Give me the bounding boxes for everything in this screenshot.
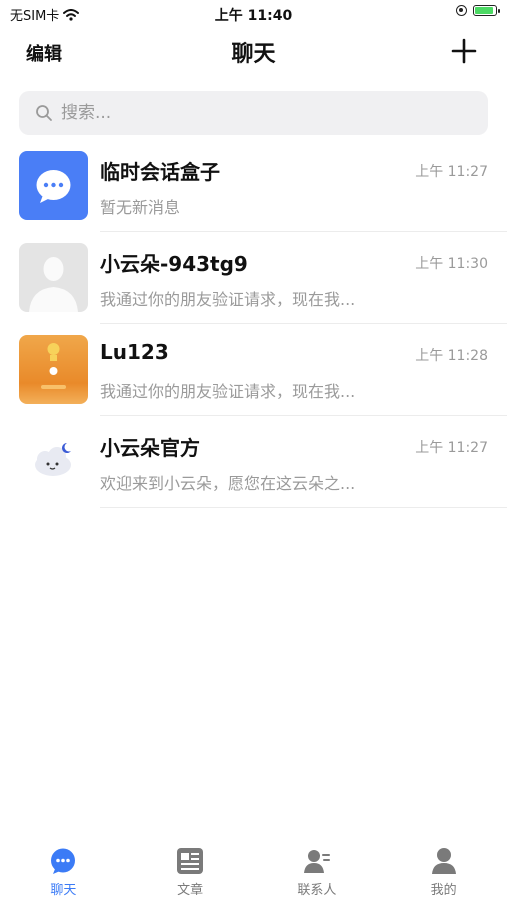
default-person-avatar <box>19 243 88 312</box>
article-icon <box>177 848 204 874</box>
chat-preview: 暂无新消息 <box>100 198 181 217</box>
status-bar: 无SIM卡 上午 11:40 <box>0 0 507 28</box>
chat-list: 临时会话盒子 上午 11:27 暂无新消息 小云朵-943tg9 上午 11:3… <box>0 140 507 508</box>
chat-name: 小云朵官方 <box>100 436 200 460</box>
search-icon <box>36 105 52 121</box>
chat-list-item[interactable]: 小云朵官方 上午 11:27 欢迎来到小云朵，愿您在这云朵之... <box>0 416 507 508</box>
page-title: 聊天 <box>231 42 276 67</box>
tab-label: 文章 <box>177 883 204 898</box>
tab-articles[interactable]: 文章 <box>127 838 254 900</box>
cloud-mascot-avatar <box>19 427 88 496</box>
chat-time: 上午 11:27 <box>415 164 488 180</box>
divider <box>100 507 507 508</box>
contacts-icon <box>303 850 330 873</box>
chat-list-item[interactable]: 临时会话盒子 上午 11:27 暂无新消息 <box>0 140 507 232</box>
chat-name: Lu123 <box>100 340 169 364</box>
chat-bubble-icon <box>36 170 71 203</box>
person-silhouette-icon <box>29 257 78 312</box>
battery-icon <box>473 5 500 16</box>
orange-photo-avatar <box>19 335 88 404</box>
tab-label: 联系人 <box>297 883 337 898</box>
cloud-mascot-icon <box>35 443 71 476</box>
chat-screen: 无SIM卡 上午 11:40 编辑 聊天 搜索... 临时会话盒子 上午 11:… <box>0 0 507 900</box>
status-time: 上午 11:40 <box>214 8 293 24</box>
chat-name: 小云朵-943tg9 <box>100 252 248 276</box>
chat-preview: 欢迎来到小云朵，愿您在这云朵之... <box>100 474 356 493</box>
chat-list-item[interactable]: 小云朵-943tg9 上午 11:30 我通过你的朋友验证请求，现在我... <box>0 232 507 324</box>
chat-time: 上午 11:30 <box>415 256 488 272</box>
tab-bar: 聊天 文章 联系人 我的 <box>0 838 507 900</box>
chat-preview: 我通过你的朋友验证请求，现在我... <box>100 290 356 309</box>
chat-name: 临时会话盒子 <box>100 160 220 184</box>
search-input[interactable] <box>59 102 463 124</box>
status-right <box>456 5 500 16</box>
chat-bubble-icon <box>51 848 76 874</box>
temp-session-avatar <box>19 151 88 220</box>
chat-time: 上午 11:27 <box>415 440 488 456</box>
chat-time: 上午 11:28 <box>415 348 488 364</box>
tab-profile[interactable]: 我的 <box>380 838 507 900</box>
tab-chat[interactable]: 聊天 <box>0 838 127 900</box>
navigation-bar: 编辑 聊天 <box>0 28 507 78</box>
tab-contacts[interactable]: 联系人 <box>254 838 381 900</box>
search-bar[interactable] <box>19 91 488 135</box>
tab-label: 聊天 <box>50 883 77 898</box>
rotation-lock-icon <box>456 5 467 16</box>
add-icon[interactable] <box>451 38 477 64</box>
tab-label: 我的 <box>430 883 457 898</box>
chat-list-item[interactable]: Lu123 上午 11:28 我通过你的朋友验证请求，现在我... <box>0 324 507 416</box>
chat-preview: 我通过你的朋友验证请求，现在我... <box>100 382 356 401</box>
trophy-photo-icon <box>41 343 66 389</box>
profile-icon <box>431 848 456 874</box>
